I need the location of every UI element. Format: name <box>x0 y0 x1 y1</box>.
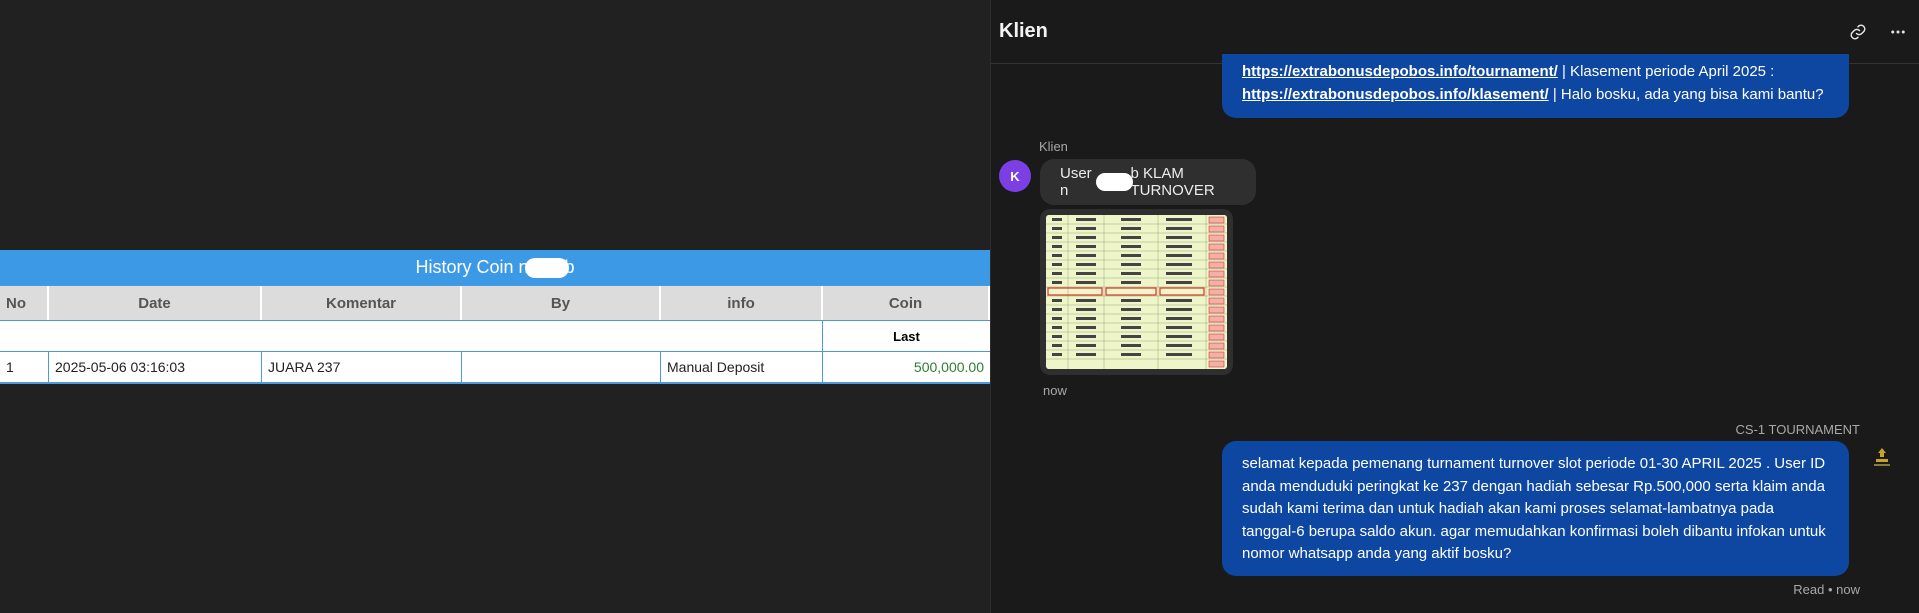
subheader-last: Last <box>893 328 920 344</box>
history-title-suffix: b <box>564 257 575 277</box>
outgoing-message-links: https://extrabonusdepobos.info/tournamen… <box>1222 54 1849 118</box>
cell-info: Manual Deposit <box>661 352 823 382</box>
column-header-coin[interactable]: Coin <box>823 286 990 320</box>
message-text-prefix: User n <box>1060 165 1092 199</box>
redaction-mark <box>524 257 569 278</box>
sender-name: CS-1 TOURNAMENT <box>1735 422 1860 437</box>
link-icon[interactable] <box>1845 19 1871 45</box>
message-text-suffix: b KLAM TURNOVER <box>1130 165 1215 199</box>
column-header-no[interactable]: No <box>0 286 49 320</box>
chat-panel: Klien https://extrabonusdepobos.info/tou… <box>990 0 1919 613</box>
sender-name: Klien <box>1039 139 1068 154</box>
message-time: now <box>1043 383 1067 398</box>
table-header-row: No Date Komentar By info Coin <box>0 285 990 320</box>
cell-komentar: JUARA 237 <box>262 352 462 382</box>
history-title: History Coin n b <box>0 250 990 285</box>
spreadsheet-thumbnail <box>1046 215 1227 369</box>
history-panel: History Coin n b No Date Komentar By info… <box>0 0 990 613</box>
cell-by <box>462 352 661 382</box>
tournament-link[interactable]: https://extrabonusdepobos.info/tournamen… <box>1242 63 1558 80</box>
cell-date: 2025-05-06 03:16:03 <box>49 352 262 382</box>
outgoing-message: selamat kepada pemenang turnament turnov… <box>1222 441 1849 576</box>
avatar[interactable]: K <box>999 160 1031 192</box>
agent-avatar[interactable] <box>1868 444 1896 472</box>
history-coin-table: History Coin n b No Date Komentar By info… <box>0 250 990 384</box>
subheader-spacer <box>0 321 823 351</box>
more-icon[interactable] <box>1885 19 1911 45</box>
klasement-link[interactable]: https://extrabonusdepobos.info/klasement… <box>1242 86 1549 103</box>
redaction-mark <box>1096 173 1134 191</box>
read-status: Read • now <box>1793 582 1860 597</box>
cell-no: 1 <box>0 352 49 382</box>
crest-icon <box>1878 448 1886 457</box>
message-text: selamat kepada pemenang turnament turnov… <box>1242 455 1826 562</box>
column-header-info[interactable]: info <box>661 286 823 320</box>
incoming-message: User n b KLAM TURNOVER <box>1040 159 1256 205</box>
table-subheader-row: Last <box>0 320 990 351</box>
message-text: | Klasement periode April 2025 : <box>1557 63 1775 80</box>
message-text: | Halo bosku, ada yang bisa kami bantu? <box>1548 85 1824 103</box>
chat-title: Klien <box>999 20 1048 42</box>
column-header-by[interactable]: By <box>462 286 661 320</box>
column-header-date[interactable]: Date <box>49 286 262 320</box>
image-attachment[interactable] <box>1040 209 1233 375</box>
cell-coin: 500,000.00 <box>913 359 984 375</box>
history-title-prefix: History Coin n <box>415 257 529 277</box>
table-row: 1 2025-05-06 03:16:03 JUARA 237 Manual D… <box>0 351 990 384</box>
column-header-komentar[interactable]: Komentar <box>262 286 462 320</box>
